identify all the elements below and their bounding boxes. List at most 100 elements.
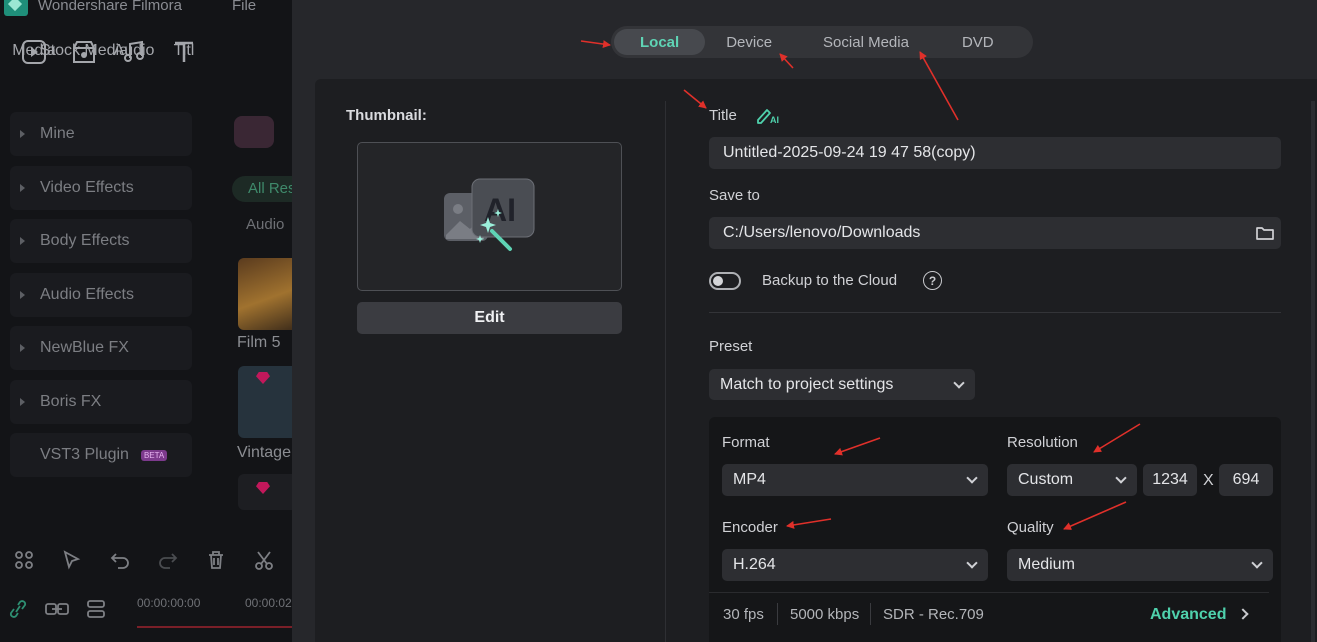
filmora-logo-icon (4, 0, 28, 16)
tab-dvd[interactable]: DVD (952, 29, 1004, 55)
save-to-label: Save to (709, 187, 760, 204)
bg-tool-stock-media[interactable]: Stock Media (40, 36, 128, 106)
save-path-input[interactable]: C:/Users/lenovo/Downloads (709, 217, 1281, 249)
beta-badge: BETA (140, 449, 168, 461)
bg-menu-file[interactable]: File (232, 0, 256, 14)
bg-edit-toolbar (0, 540, 292, 580)
caret-right-icon (20, 237, 25, 245)
edit-thumbnail-button[interactable]: Edit (357, 302, 622, 334)
output-settings-panel: Format MP4 Resolution Custom 1234 X 694 … (709, 417, 1281, 642)
grid-icon[interactable] (0, 549, 48, 571)
scissors-icon[interactable] (240, 549, 288, 571)
bg-card-title: Film 5 (237, 334, 281, 351)
caret-right-icon (20, 344, 25, 352)
caret-right-icon (20, 183, 25, 192)
chevron-down-icon (966, 472, 978, 484)
encoder-label: Encoder (722, 519, 778, 536)
bg-effects-grid: All Res Audio Film 5 Vintage (226, 112, 292, 522)
thumbnail-label: Thumbnail: (346, 107, 427, 124)
bg-sidebar-label: NewBlue FX (40, 339, 129, 356)
caret-right-icon (20, 130, 25, 138)
resolution-dropdown[interactable]: Custom (1007, 464, 1137, 496)
select-cursor-icon[interactable] (48, 549, 96, 571)
preset-value: Match to project settings (720, 375, 894, 393)
bg-sidebar-label: Body Effects (40, 232, 130, 249)
stat-separator (870, 603, 871, 625)
quality-value: Medium (1018, 556, 1075, 573)
bg-sidebar-label: Boris FX (40, 392, 102, 410)
resolution-value: Custom (1018, 471, 1074, 488)
bg-timeline-progress (137, 626, 292, 628)
bg-filter-audio[interactable]: Audio (246, 216, 284, 233)
bg-sidebar-label: Mine (40, 125, 75, 142)
format-label: Format (722, 434, 770, 451)
bg-sidebar-item-vst3[interactable]: VST3 Plugin BETA (10, 433, 192, 477)
chevron-down-icon (966, 557, 978, 569)
chevron-right-icon[interactable] (1237, 608, 1249, 620)
resolution-times-label: X (1203, 472, 1214, 489)
backup-cloud-toggle[interactable] (709, 272, 741, 290)
bg-sidebar-item-body-effects[interactable]: Body Effects (10, 219, 192, 263)
thumbnail-preview[interactable]: AI (357, 142, 622, 291)
background-app: Wondershare Filmora File Media Stock Med… (0, 0, 292, 642)
link-icon[interactable] (6, 598, 30, 620)
format-dropdown[interactable]: MP4 (722, 464, 988, 496)
bg-sidebar-item-audio-effects[interactable]: Audio Effects (10, 272, 192, 317)
bg-sidebar-item-newblue-fx[interactable]: NewBlue FX (10, 326, 192, 370)
settings-scrollbar[interactable] (1311, 101, 1315, 642)
resolution-label: Resolution (1007, 434, 1078, 451)
encoder-value: H.264 (733, 556, 776, 573)
bg-filter-all[interactable]: All Res (232, 176, 292, 202)
bg-timeline-tools (6, 598, 110, 620)
bg-sidebar-item-mine[interactable]: Mine (10, 112, 192, 156)
undo-icon[interactable] (96, 549, 144, 571)
bg-card-title: Vintage (237, 444, 291, 461)
folder-icon[interactable] (1255, 224, 1275, 242)
advanced-settings-link[interactable]: Advanced (1150, 606, 1226, 624)
redo-icon[interactable] (144, 549, 192, 571)
resolution-width-input[interactable]: 1234 (1143, 464, 1197, 496)
fps-value: 30 fps (723, 606, 764, 623)
delete-icon[interactable] (192, 549, 240, 571)
caret-right-icon (20, 290, 25, 299)
bg-toolbar: Media Stock Media Audio Titl (0, 36, 292, 106)
tab-local[interactable]: Local (614, 29, 706, 55)
bitrate-value: 5000 kbps (790, 606, 860, 623)
quality-label: Quality (1007, 519, 1054, 536)
ai-thumbnail-icon: AI (443, 178, 534, 251)
format-value: MP4 (733, 471, 766, 488)
title-input[interactable]: Untitled-2025-09-24 19 47 58(copy) (709, 137, 1281, 169)
bg-store-button[interactable] (234, 116, 274, 148)
section-divider (709, 312, 1281, 313)
tab-device[interactable]: Device (709, 29, 789, 55)
backup-cloud-label: Backup to the Cloud (762, 272, 898, 289)
bg-card-thumbnail[interactable] (238, 258, 292, 330)
encoder-dropdown[interactable]: H.264 (722, 549, 988, 581)
caret-right-icon (20, 397, 25, 406)
track-icon[interactable] (84, 598, 110, 620)
preset-label: Preset (709, 338, 753, 355)
help-icon[interactable]: ? (923, 271, 942, 290)
bg-sidebar-item-boris-fx[interactable]: Boris FX (10, 379, 192, 424)
bg-tool-audio[interactable]: Audio (114, 36, 154, 106)
title-input-value: Untitled-2025-09-24 19 47 58(copy) (723, 144, 976, 161)
group-link-icon[interactable] (44, 598, 70, 620)
resolution-height-input[interactable]: 694 (1219, 464, 1273, 496)
bg-sidebar-item-video-effects[interactable]: Video Effects (10, 165, 192, 210)
bg-card-thumbnail[interactable] (238, 474, 292, 510)
chevron-down-icon (953, 377, 965, 389)
ai-title-pen-icon[interactable]: AI (755, 105, 781, 125)
preset-dropdown[interactable]: Match to project settings (709, 369, 975, 400)
panel-divider (665, 101, 666, 642)
bg-app-name: Wondershare Filmora (38, 0, 182, 14)
bg-timecode: 00:00:02 (245, 596, 292, 610)
color-space-value: SDR - Rec.709 (883, 606, 984, 623)
bg-tool-titles[interactable]: Titl (168, 36, 200, 106)
tab-social-media[interactable]: Social Media (813, 29, 919, 55)
quality-dropdown[interactable]: Medium (1007, 549, 1273, 581)
bg-timecode: 00:00:00:00 (137, 596, 201, 610)
bg-tool-label: Audio (113, 42, 155, 59)
chevron-down-icon (1251, 557, 1263, 569)
bg-title-bar: Wondershare Filmora File (0, 0, 292, 16)
export-target-tabs: Local Device Social Media DVD (611, 26, 1033, 58)
